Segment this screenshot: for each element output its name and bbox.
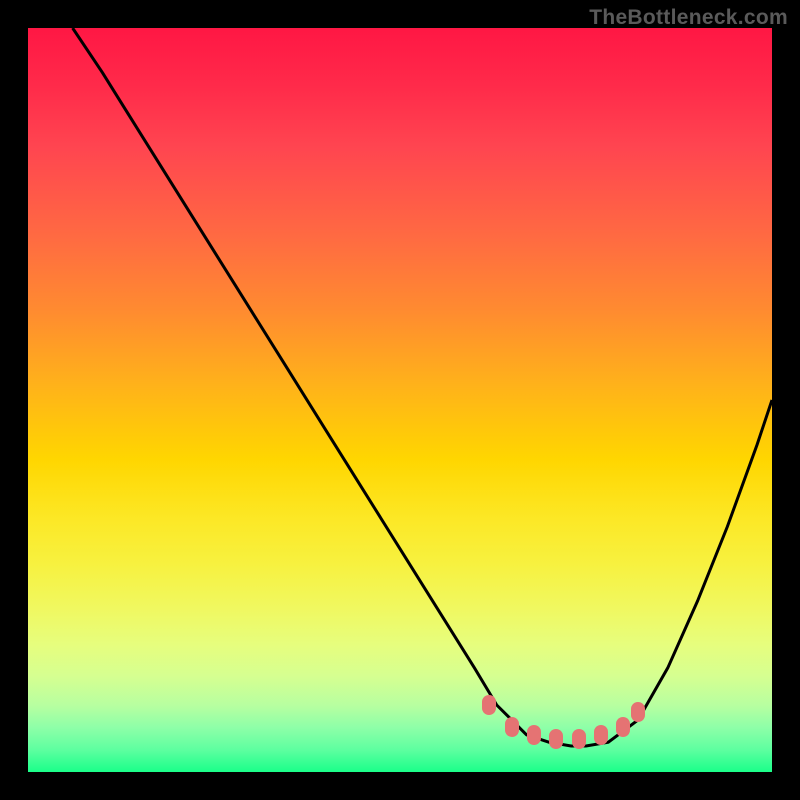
- chart-plot-area: [28, 28, 772, 772]
- optimal-marker: [594, 725, 608, 745]
- optimal-marker: [482, 695, 496, 715]
- optimal-marker: [616, 717, 630, 737]
- optimal-marker: [631, 702, 645, 722]
- optimal-marker: [572, 729, 586, 749]
- optimal-marker: [527, 725, 541, 745]
- optimal-marker: [549, 729, 563, 749]
- watermark-text: TheBottleneck.com: [589, 6, 788, 30]
- optimal-range-markers: [28, 28, 772, 772]
- optimal-marker: [505, 717, 519, 737]
